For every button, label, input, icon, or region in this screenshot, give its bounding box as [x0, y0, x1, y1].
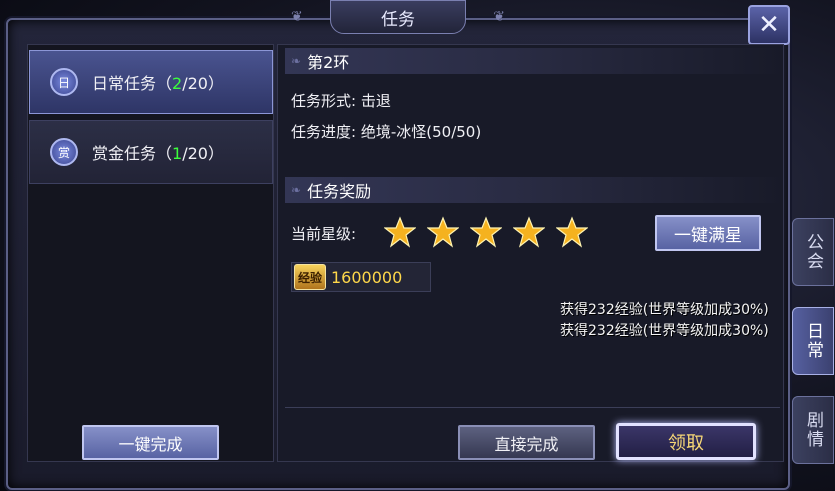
- rewards-title: 任务奖励: [307, 182, 372, 201]
- exp-gain-notification: 获得232经验(世界等级加成30%): [560, 323, 769, 339]
- rewards-header: ❧ 任务奖励: [285, 177, 785, 203]
- star-icon: [513, 216, 545, 248]
- side-tab-daily[interactable]: 日常: [792, 307, 834, 375]
- bounty-done-count: 1: [172, 144, 183, 163]
- title-ornament-right-icon: ❦: [493, 9, 505, 25]
- side-tab-story-label: 剧情: [803, 411, 823, 449]
- footer-divider: [285, 407, 780, 408]
- exp-value: 1600000: [331, 267, 403, 287]
- claim-label: 领取: [668, 432, 704, 454]
- exp-reward: 经验 1600000: [291, 262, 431, 292]
- close-button[interactable]: ✕: [748, 5, 790, 45]
- exp-icon: 经验: [294, 264, 326, 290]
- bounty-tab-label: 赏金任务（1/20）: [92, 144, 224, 163]
- side-tab-daily-label: 日常: [803, 322, 823, 360]
- quest-type-line: 任务形式: 击退: [291, 90, 391, 111]
- star-icon: [470, 216, 502, 248]
- side-tab-guild[interactable]: 公会: [792, 218, 834, 286]
- header-ornament-icon: ❧: [291, 54, 302, 68]
- window-title: 任务: [381, 9, 415, 30]
- claim-button[interactable]: 领取: [616, 423, 756, 460]
- side-tab-guild-label: 公会: [803, 233, 823, 271]
- header-ornament-icon: ❧: [291, 183, 302, 197]
- complete-all-button[interactable]: 一键完成: [82, 425, 219, 460]
- quest-progress-value: 绝境-冰怪(50/50): [360, 123, 482, 141]
- max-star-button-label: 一键满星: [674, 225, 742, 246]
- bounty-badge-icon: 赏: [50, 138, 78, 166]
- daily-done-count: 2: [172, 74, 183, 93]
- side-tab-story[interactable]: 剧情: [792, 396, 834, 464]
- complete-all-label: 一键完成: [118, 434, 183, 454]
- complete-direct-label: 直接完成: [494, 434, 559, 454]
- title-ornament-left-icon: ❦: [291, 9, 303, 25]
- star-level-label: 当前星级:: [291, 225, 357, 243]
- tab-bounty-quest[interactable]: 赏 赏金任务（1/20）: [29, 120, 273, 184]
- close-icon: ✕: [758, 10, 780, 40]
- star-icon: [384, 216, 416, 248]
- daily-tab-label: 日常任务（2/20）: [92, 74, 224, 93]
- quest-progress-label: 任务进度:: [291, 123, 357, 141]
- daily-badge-icon: 日: [50, 68, 78, 96]
- complete-direct-button[interactable]: 直接完成: [458, 425, 595, 460]
- tab-daily-quest[interactable]: 日 日常任务（2/20）: [29, 50, 273, 114]
- window-title-plate: ❦ 任务 ❦: [291, 0, 505, 34]
- star-icon: [427, 216, 459, 248]
- quest-ring-header: ❧ 第2环: [285, 48, 785, 74]
- max-star-button[interactable]: 一键满星: [655, 215, 761, 251]
- quest-ring: 第2环: [307, 53, 350, 72]
- exp-gain-notification: 获得232经验(世界等级加成30%): [560, 302, 769, 318]
- quest-progress-line: 任务进度: 绝境-冰怪(50/50): [291, 121, 481, 142]
- quest-type-label: 任务形式:: [291, 92, 357, 110]
- quest-type-value: 击退: [360, 92, 391, 110]
- star-icon: [556, 216, 588, 248]
